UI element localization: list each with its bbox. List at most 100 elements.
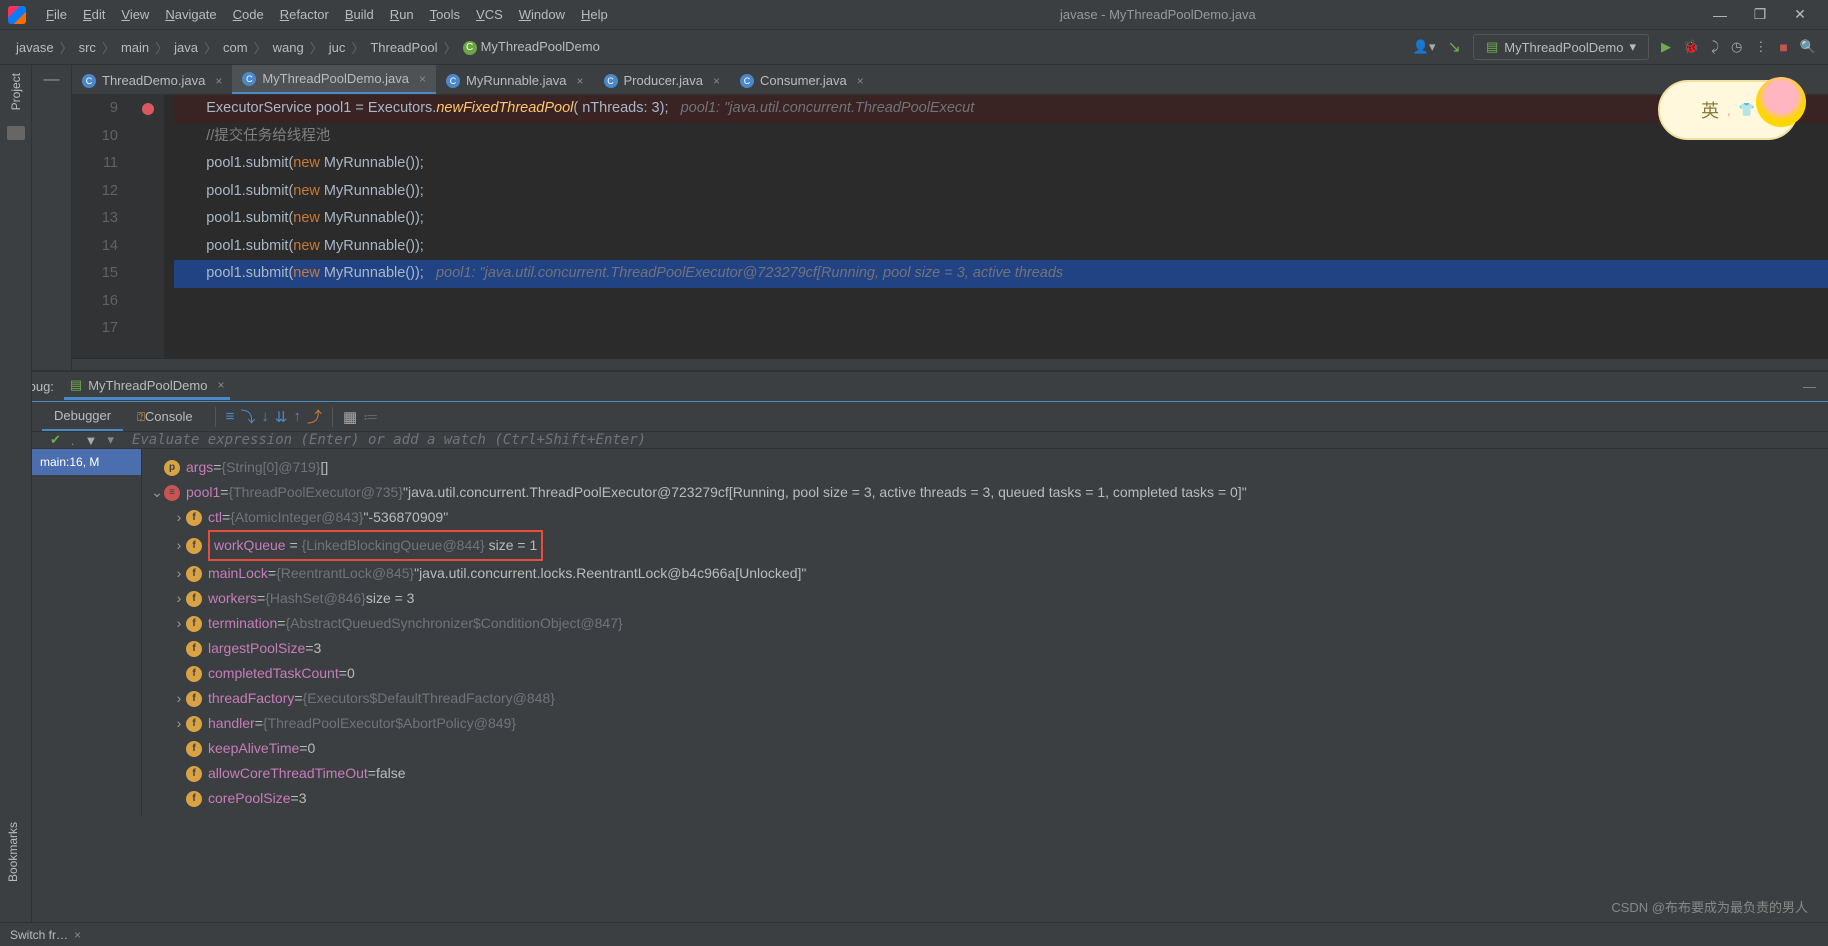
- crumb-src[interactable]: src: [75, 40, 100, 55]
- menu-code[interactable]: Code: [225, 3, 272, 26]
- chevron-down-icon[interactable]: ▾: [107, 432, 114, 448]
- step-out-button[interactable]: ↑: [293, 408, 301, 425]
- menu-refactor[interactable]: Refactor: [272, 3, 337, 26]
- variable-row[interactable]: ›fworkers = {HashSet@846} size = 3: [142, 586, 1828, 611]
- expand-icon[interactable]: ›: [172, 586, 186, 611]
- expand-icon[interactable]: ›: [172, 505, 186, 530]
- debugger-tab[interactable]: Debugger: [42, 402, 123, 431]
- expand-icon[interactable]: ›: [172, 686, 186, 711]
- variable-row[interactable]: ›fworkQueue = {LinkedBlockingQueue@844} …: [142, 530, 1828, 561]
- menu-tools[interactable]: Tools: [422, 3, 468, 26]
- expand-icon[interactable]: ›: [172, 611, 186, 636]
- collapse-button[interactable]: —: [32, 65, 72, 370]
- variable-row[interactable]: ⌄≡pool1 = {ThreadPoolExecutor@735} "java…: [142, 480, 1828, 505]
- switch-frame-label[interactable]: Switch fr…: [10, 928, 68, 942]
- crumb-wang[interactable]: wang: [269, 40, 308, 55]
- evaluate-input[interactable]: Evaluate expression (Enter) or add a wat…: [132, 432, 1818, 448]
- drop-frame-button[interactable]: ⤴: [307, 406, 322, 427]
- console-tab[interactable]: ⍰Console: [125, 403, 205, 431]
- user-icon[interactable]: 👤▾: [1413, 39, 1436, 55]
- menu-help[interactable]: Help: [573, 3, 616, 26]
- crumb-javase[interactable]: javase: [12, 40, 58, 55]
- close-button[interactable]: ✕: [1780, 6, 1820, 23]
- breakpoint-icon[interactable]: [142, 103, 154, 115]
- attach-button[interactable]: ⋮: [1754, 39, 1767, 55]
- close-icon[interactable]: ×: [577, 74, 584, 88]
- editor-tab[interactable]: CConsumer.java×: [730, 67, 874, 94]
- menu-build[interactable]: Build: [337, 3, 382, 26]
- variable-row[interactable]: pargs = {String[0]@719} []: [142, 455, 1828, 480]
- ime-sticker: 英 , 👕: [1658, 80, 1798, 140]
- force-step-into-button[interactable]: ⇊: [275, 408, 288, 426]
- folder-icon[interactable]: [7, 126, 25, 140]
- show-exec-point-button[interactable]: ≡: [226, 408, 235, 425]
- debug-button[interactable]: 🐞: [1683, 39, 1699, 55]
- menu-run[interactable]: Run: [382, 3, 422, 26]
- run-button[interactable]: ▶: [1661, 39, 1671, 55]
- project-tool-button[interactable]: Project: [5, 65, 27, 118]
- crumb-main[interactable]: main: [117, 40, 153, 55]
- search-icon[interactable]: 🔍: [1800, 39, 1816, 55]
- crumb-MyThreadPoolDemo[interactable]: CMyThreadPoolDemo: [459, 39, 604, 55]
- run-configuration-selector[interactable]: ▤ MyThreadPoolDemo ▾: [1473, 34, 1649, 60]
- expand-icon[interactable]: ›: [172, 533, 186, 558]
- coverage-button[interactable]: ⤸: [1711, 39, 1719, 55]
- maximize-button[interactable]: ❐: [1740, 6, 1780, 23]
- menu-file[interactable]: File: [38, 3, 75, 26]
- debug-hide-button[interactable]: —: [1803, 379, 1816, 394]
- variable-row[interactable]: ›fthreadFactory = {Executors$DefaultThre…: [142, 686, 1828, 711]
- step-into-button[interactable]: ↓: [261, 408, 269, 425]
- editor-tab[interactable]: CThreadDemo.java×: [72, 67, 232, 94]
- accept-icon[interactable]: ✔: [50, 432, 61, 448]
- stack-frame[interactable]: main:16, M: [32, 449, 141, 475]
- minimize-button[interactable]: —: [1700, 7, 1740, 23]
- variables-panel: pargs = {String[0]@719} []⌄≡pool1 = {Thr…: [142, 449, 1828, 817]
- code-editor[interactable]: 91011121314151617 ExecutorService pool1 …: [72, 95, 1828, 358]
- var-type-icon: f: [186, 716, 202, 732]
- menu-navigate[interactable]: Navigate: [157, 3, 224, 26]
- variable-row[interactable]: fcorePoolSize = 3: [142, 786, 1828, 811]
- expand-icon[interactable]: ›: [172, 561, 186, 586]
- debug-session-tab[interactable]: ▤ MyThreadPoolDemo ×: [64, 373, 231, 400]
- menu-window[interactable]: Window: [511, 3, 573, 26]
- close-icon[interactable]: ×: [217, 378, 224, 392]
- variable-row[interactable]: ›ftermination = {AbstractQueuedSynchroni…: [142, 611, 1828, 636]
- evaluate-button[interactable]: ▦: [343, 408, 357, 426]
- crumb-java[interactable]: java: [170, 40, 202, 55]
- editor-tab[interactable]: CMyRunnable.java×: [436, 67, 593, 94]
- code-content[interactable]: ExecutorService pool1 = Executors.newFix…: [164, 95, 1828, 358]
- expand-icon[interactable]: ›: [172, 711, 186, 736]
- close-icon[interactable]: ×: [857, 74, 864, 88]
- update-icon[interactable]: ↘: [1448, 37, 1461, 57]
- step-over-button[interactable]: ⤵: [240, 406, 255, 427]
- horizontal-scrollbar[interactable]: [72, 358, 1828, 370]
- close-icon[interactable]: ×: [419, 72, 426, 86]
- variable-row[interactable]: fallowCoreThreadTimeOut = false: [142, 761, 1828, 786]
- menu-vcs[interactable]: VCS: [468, 3, 511, 26]
- variable-row[interactable]: ›fhandler = {ThreadPoolExecutor$AbortPol…: [142, 711, 1828, 736]
- bookmarks-tool-button[interactable]: Bookmarks: [6, 822, 20, 882]
- breakpoint-gutter[interactable]: [132, 95, 164, 358]
- expand-icon[interactable]: ⌄: [150, 480, 164, 505]
- variable-row[interactable]: fkeepAliveTime = 0: [142, 736, 1828, 761]
- profile-button[interactable]: ◷: [1731, 39, 1742, 55]
- breadcrumb: javase〉src〉main〉java〉com〉wang〉juc〉Thread…: [12, 38, 604, 57]
- variable-row[interactable]: ›fmainLock = {ReentrantLock@845} "java.u…: [142, 561, 1828, 586]
- trace-button[interactable]: ≔: [363, 408, 378, 426]
- close-icon[interactable]: ×: [713, 74, 720, 88]
- editor-tab[interactable]: CMyThreadPoolDemo.java×: [232, 65, 436, 94]
- editor-tab[interactable]: CProducer.java×: [594, 67, 731, 94]
- close-icon[interactable]: ×: [74, 928, 81, 942]
- menu-view[interactable]: View: [113, 3, 157, 26]
- variable-row[interactable]: fcompletedTaskCount = 0: [142, 661, 1828, 686]
- variable-row[interactable]: flargestPoolSize = 3: [142, 636, 1828, 661]
- debug-session-name: MyThreadPoolDemo: [88, 378, 207, 393]
- close-icon[interactable]: ×: [215, 74, 222, 88]
- crumb-ThreadPool[interactable]: ThreadPool: [366, 40, 441, 55]
- crumb-juc[interactable]: juc: [325, 40, 350, 55]
- menu-edit[interactable]: Edit: [75, 3, 113, 26]
- variable-row[interactable]: ›fctl = {AtomicInteger@843} "-536870909": [142, 505, 1828, 530]
- filter-icon[interactable]: ▼: [85, 433, 98, 448]
- crumb-com[interactable]: com: [219, 40, 252, 55]
- stop-button[interactable]: ■: [1779, 39, 1787, 55]
